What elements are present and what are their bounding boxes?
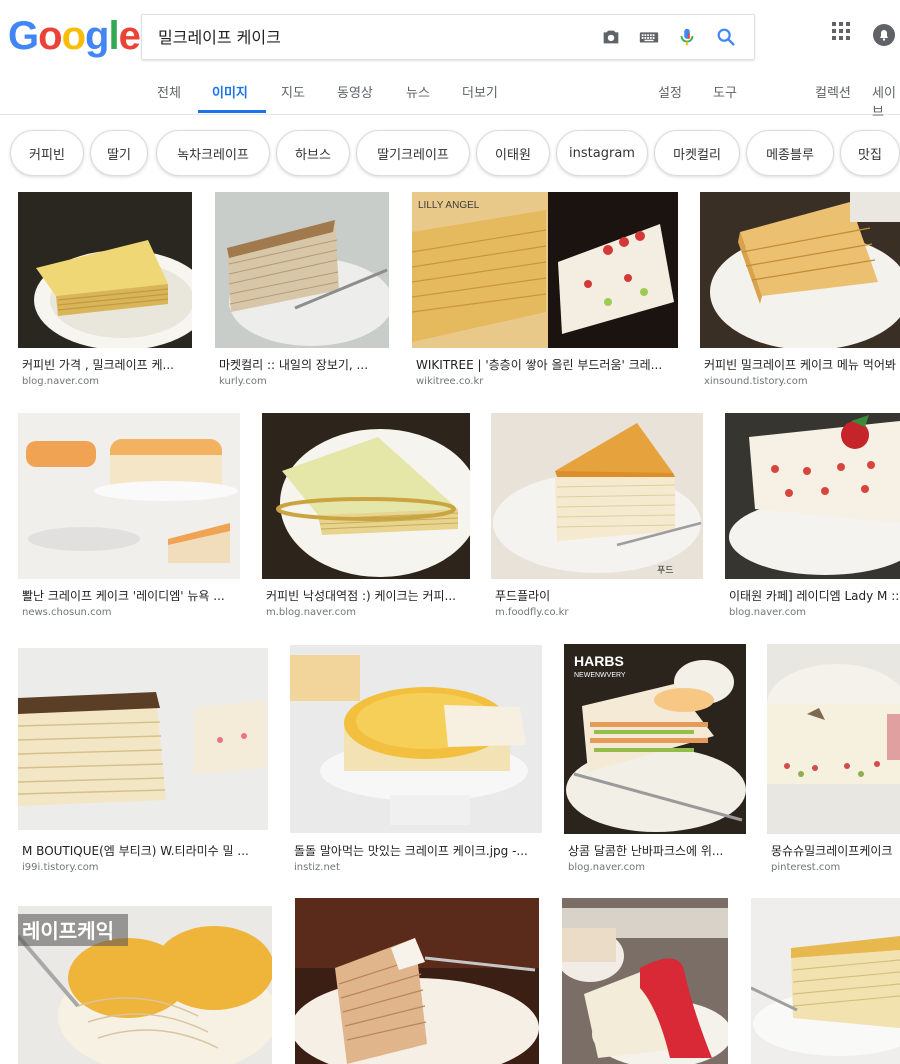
tab-settings[interactable]: 설정 [658, 82, 682, 101]
google-logo[interactable]: Google [8, 14, 141, 59]
harbs-subtext: NEWENWVERY [574, 672, 626, 679]
result-caption[interactable]: WIKITREE | '층층이 쌓아 올린 부드러움' 크레... [416, 356, 676, 373]
crepe-cake-thumbnail[interactable] [290, 645, 542, 833]
result-source: blog.naver.com [729, 607, 807, 618]
image-result[interactable]: M BOUTIQUE(엠 부티크) W.티라미수 밀 ... i99i.tist… [18, 648, 268, 878]
notifications-bell-icon[interactable] [873, 24, 895, 46]
result-source: xinsound.tistory.com [704, 376, 808, 387]
result-caption[interactable]: 몽슈슈밀크레이프케이크 [771, 842, 900, 859]
crepe-cake-thumbnail[interactable] [562, 898, 728, 1064]
image-result[interactable]: 커피빈 밀크레이프 케이크 메뉴 먹어봐 xinsound.tistory.co… [700, 192, 900, 392]
crepe-cake-thumbnail[interactable]: 푸드 [491, 413, 703, 579]
crepe-cake-thumbnail[interactable] [18, 192, 192, 348]
tab-images[interactable]: 이미지 [212, 82, 248, 101]
chip[interactable]: 마켓컬리 [654, 130, 740, 176]
image-result[interactable] [751, 898, 900, 1064]
search-box [141, 14, 755, 60]
result-source: blog.naver.com [22, 376, 100, 387]
chip[interactable]: 하브스 [276, 130, 350, 176]
crepe-cake-thumbnail[interactable] [725, 413, 900, 579]
result-caption[interactable]: 돌돌 말아먹는 맛있는 크레이프 케이크.jpg -... [294, 842, 540, 859]
crepe-cake-thumbnail[interactable] [295, 898, 539, 1064]
watermark-label: 푸드 [657, 565, 674, 576]
chip[interactable]: 이태원 [476, 130, 550, 176]
image-result[interactable]: 커피빈 가격 , 밀크레이프 케... blog.naver.com [18, 192, 192, 392]
result-source: blog.naver.com [568, 862, 646, 873]
image-result[interactable]: 레이프케익 [18, 906, 272, 1064]
crepe-cake-thumbnail[interactable]: 레이프케익 [18, 906, 272, 1064]
tab-tools[interactable]: 도구 [713, 82, 737, 101]
result-caption[interactable]: M BOUTIQUE(엠 부티크) W.티라미수 밀 ... [22, 842, 268, 859]
tab-saved[interactable]: 세이브 [872, 82, 900, 120]
apps-grid-icon[interactable] [832, 22, 850, 40]
tab-maps[interactable]: 지도 [281, 82, 305, 101]
crepe-cake-thumbnail[interactable] [18, 648, 268, 830]
result-caption[interactable]: 푸드플라이 [495, 587, 703, 604]
result-caption[interactable]: 이태원 카페] 레이디엠 Lady M :: [729, 587, 900, 604]
crepe-cake-thumbnail[interactable] [215, 192, 389, 348]
image-result[interactable]: 몽슈슈밀크레이프케이크 pinterest.com [767, 644, 900, 878]
image-result[interactable]: LILLY ANGEL WIKITREE | '층층이 쌓아 올린 부드러움' … [412, 192, 678, 392]
tab-all[interactable]: 전체 [157, 82, 181, 101]
result-caption[interactable]: 커피빈 밀크레이프 케이크 메뉴 먹어봐 [704, 356, 900, 373]
chip[interactable]: 녹차크레이프 [156, 130, 270, 176]
tab-videos[interactable]: 동영상 [337, 82, 373, 101]
tab-news[interactable]: 뉴스 [406, 82, 430, 101]
image-result[interactable]: 커피빈 낙성대역점 :) 케이크는 커피... m.blog.naver.com [262, 413, 470, 623]
crepe-cake-thumbnail[interactable] [18, 413, 240, 579]
camera-icon[interactable] [600, 26, 622, 48]
keyboard-icon[interactable] [638, 26, 660, 48]
image-result[interactable]: 마켓컬리 :: 내일의 장보기, ... kurly.com [215, 192, 389, 392]
image-result[interactable] [295, 898, 539, 1064]
result-caption[interactable]: 커피빈 낙성대역점 :) 케이크는 커피... [266, 587, 470, 604]
image-result[interactable]: 푸드 푸드플라이 m.foodfly.co.kr [491, 413, 703, 623]
active-tab-indicator [198, 110, 266, 113]
crepe-cake-thumbnail[interactable] [262, 413, 470, 579]
image-result[interactable] [562, 898, 728, 1064]
header: Google 밀크레이프 케이크 전체 이미지 지도 동영상 뉴스 더보기 설정… [0, 0, 900, 120]
crepe-cake-thumbnail[interactable] [700, 192, 900, 348]
result-source: i99i.tistory.com [22, 862, 99, 873]
chip[interactable]: 맛집 [840, 130, 900, 176]
microphone-icon[interactable] [676, 26, 698, 48]
image-result[interactable]: 돌돌 말아먹는 맛있는 크레이프 케이크.jpg -... instiz.net [290, 645, 542, 878]
crepe-cake-thumbnail[interactable]: LILLY ANGEL [412, 192, 678, 348]
crepe-cake-thumbnail[interactable] [751, 898, 900, 1064]
result-source: kurly.com [219, 376, 267, 387]
result-caption[interactable]: 마켓컬리 :: 내일의 장보기, ... [219, 356, 387, 373]
image-result[interactable]: HARBS NEWENWVERY 상콤 달콤한 난바파크스에 위... blog… [564, 644, 746, 878]
harbs-brand-text: HARBS [574, 653, 624, 669]
overlay-text: 레이프케익 [22, 919, 114, 943]
image-result[interactable]: 뽤난 크레이프 케이크 '레이디엠' 뉴욕 ... news.chosun.co… [18, 413, 240, 623]
related-search-chips: 커피빈 딸기 녹차크레이프 하브스 딸기크레이프 이태원 instagram 마… [0, 126, 900, 182]
crepe-cake-thumbnail[interactable] [767, 644, 900, 834]
result-source: m.blog.naver.com [266, 607, 356, 618]
chip[interactable]: 커피빈 [10, 130, 84, 176]
chip[interactable]: 메종블루 [746, 130, 834, 176]
result-source: m.foodfly.co.kr [495, 607, 569, 618]
search-input[interactable] [156, 25, 580, 46]
chip[interactable]: 딸기 [90, 130, 148, 176]
tab-more[interactable]: 더보기 [462, 82, 498, 101]
result-source: wikitree.co.kr [416, 376, 484, 387]
result-source: pinterest.com [771, 862, 841, 873]
tab-collections[interactable]: 컬렉션 [815, 82, 851, 101]
chip[interactable]: 딸기크레이프 [356, 130, 470, 176]
chip[interactable]: instagram [556, 130, 648, 176]
search-icon[interactable] [715, 26, 737, 48]
result-source: instiz.net [294, 862, 340, 873]
result-caption[interactable]: 커피빈 가격 , 밀크레이프 케... [22, 356, 190, 373]
brand-watermark: LILLY ANGEL [418, 200, 480, 211]
search-tabs: 전체 이미지 지도 동영상 뉴스 더보기 설정 도구 컬렉션 세이브 [0, 70, 900, 120]
image-result[interactable]: 이태원 카페] 레이디엠 Lady M :: blog.naver.com [725, 413, 900, 623]
result-source: news.chosun.com [22, 607, 112, 618]
crepe-cake-thumbnail[interactable]: HARBS NEWENWVERY [564, 644, 746, 834]
result-caption[interactable]: 뽤난 크레이프 케이크 '레이디엠' 뉴욕 ... [22, 587, 238, 604]
result-caption[interactable]: 상콤 달콤한 난바파크스에 위... [568, 842, 746, 859]
